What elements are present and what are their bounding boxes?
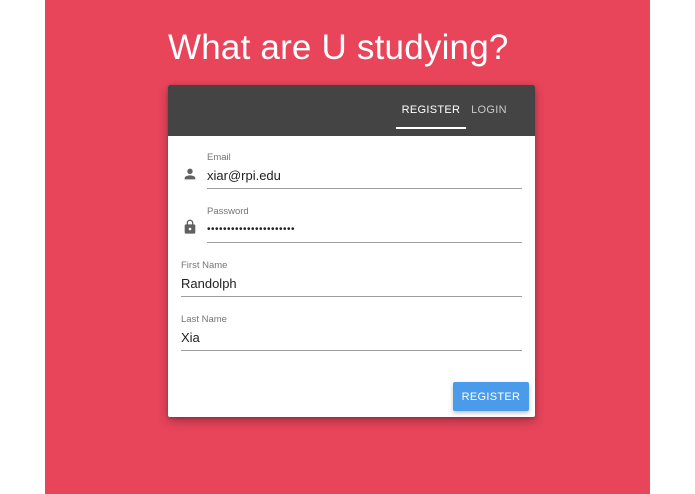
email-field: Email: [207, 152, 522, 200]
password-input[interactable]: [207, 218, 522, 240]
password-underline: [207, 242, 522, 243]
last-name-label: Last Name: [181, 314, 227, 325]
email-input[interactable]: [207, 164, 522, 186]
person-icon: [184, 168, 196, 180]
last-name-underline: [181, 350, 522, 351]
first-name-field: First Name: [181, 260, 522, 308]
tab-bar: REGISTER LOGIN: [168, 85, 535, 136]
first-name-input[interactable]: [181, 272, 522, 294]
last-name-input[interactable]: [181, 326, 522, 348]
first-name-underline: [181, 296, 522, 297]
password-field: Password: [207, 206, 522, 254]
last-name-field: Last Name: [181, 314, 522, 362]
page-title: What are U studying?: [168, 28, 509, 67]
tab-login[interactable]: LOGIN: [466, 85, 512, 136]
email-label: Email: [207, 152, 231, 163]
email-underline: [207, 188, 522, 189]
active-tab-indicator: [396, 127, 466, 129]
password-label: Password: [207, 206, 249, 217]
lock-icon: [184, 219, 196, 234]
first-name-label: First Name: [181, 260, 228, 271]
register-button[interactable]: REGISTER: [453, 382, 529, 411]
register-card: REGISTER LOGIN Email Password First Name…: [168, 85, 535, 417]
page-background: What are U studying? REGISTER LOGIN Emai…: [45, 0, 650, 494]
